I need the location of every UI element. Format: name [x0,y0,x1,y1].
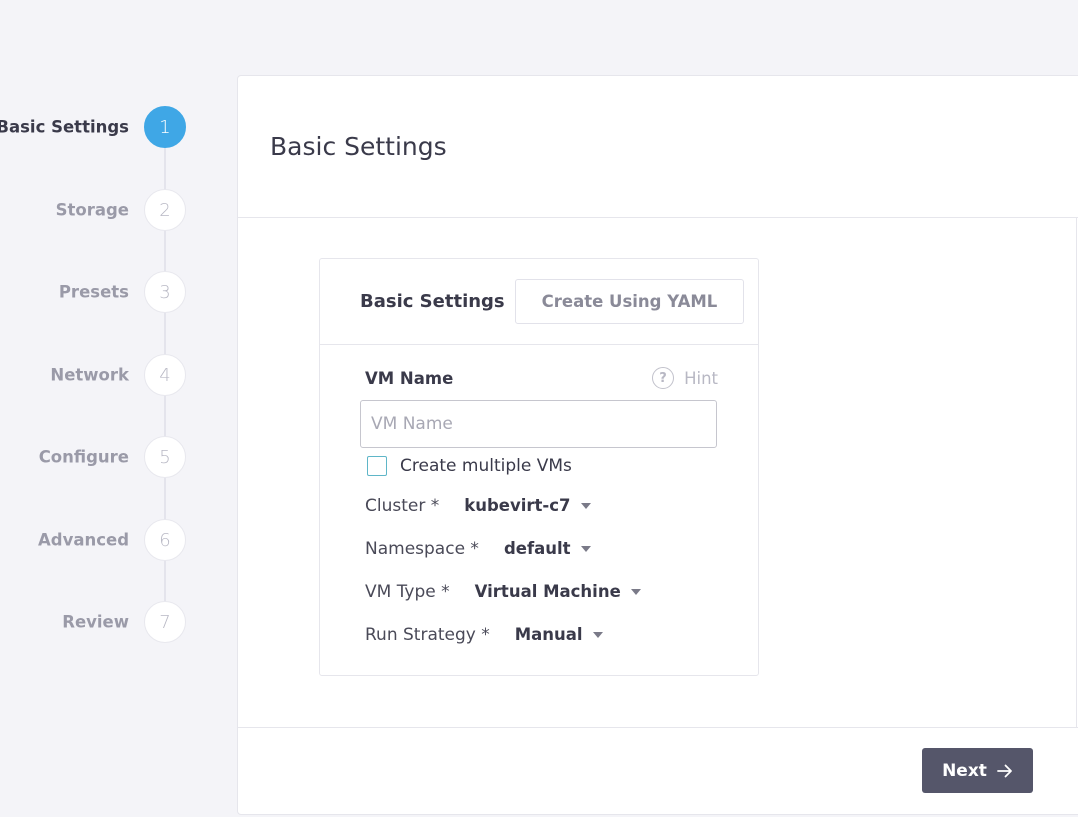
panel-footer: Next [238,728,1078,814]
step-number: 2 [144,189,186,231]
tab-basic-settings[interactable]: Basic Settings [360,291,505,312]
vm-name-input[interactable] [360,400,717,448]
step-label: Advanced [38,530,129,550]
arrow-right-icon [997,764,1012,777]
vm-name-label: VM Name [365,368,454,388]
main-panel: Basic Settings Basic Settings Create Usi… [237,75,1078,815]
step-label: Basic Settings [0,117,129,137]
vm-type-row: VM Type * Virtual Machine [360,570,718,613]
caret-down-icon [630,588,641,595]
panel-body: Basic Settings Create Using YAML VM Name… [238,218,1078,728]
step-number: 7 [144,601,186,643]
cluster-label: Cluster * [365,495,440,516]
caret-down-icon [580,545,591,552]
cluster-value: kubevirt-c7 [464,496,571,515]
vm-name-label-row: VM Name ? Hint [360,367,718,389]
step-label: Presets [58,282,129,302]
run-strategy-value: Manual [514,625,583,644]
step-label: Review [62,612,129,632]
caret-down-icon [580,502,591,509]
vm-type-label: VM Type * [365,581,450,602]
run-strategy-row: Run Strategy * Manual [360,613,718,656]
step-number: 5 [144,436,186,478]
step-review[interactable]: Review 7 [0,601,237,643]
step-advanced[interactable]: Advanced 6 [0,519,237,561]
create-multiple-vms-option[interactable]: Create multiple VMs [360,456,718,476]
step-label: Storage [55,200,129,220]
caret-down-icon [592,631,603,638]
create-using-yaml-button[interactable]: Create Using YAML [514,279,745,324]
vm-type-select[interactable]: Virtual Machine [475,582,641,601]
next-button[interactable]: Next [922,748,1033,793]
step-number: 4 [144,354,186,396]
cluster-row: Cluster * kubevirt-c7 [360,484,718,527]
question-circle-icon: ? [652,367,675,389]
namespace-label: Namespace * [365,538,479,559]
namespace-value: default [503,539,571,558]
step-presets[interactable]: Presets 3 [0,271,237,313]
create-multiple-vms-label: Create multiple VMs [400,456,572,476]
card-content: VM Name ? Hint Create multiple VMs Clust… [320,367,758,656]
hint-link[interactable]: ? Hint [652,367,718,389]
step-number: 1 [144,106,186,148]
run-strategy-select[interactable]: Manual [515,625,603,644]
hint-label: Hint [684,368,718,388]
page-title: Basic Settings [270,132,447,161]
panel-header: Basic Settings [238,76,1078,218]
namespace-select[interactable]: default [504,539,591,558]
create-multiple-vms-checkbox[interactable] [367,456,387,476]
step-basic-settings[interactable]: Basic Settings 1 [0,106,237,148]
run-strategy-label: Run Strategy * [365,624,490,645]
card-tabs: Basic Settings Create Using YAML [320,259,758,345]
namespace-row: Namespace * default [360,527,718,570]
basic-settings-card: Basic Settings Create Using YAML VM Name… [319,258,759,676]
step-network[interactable]: Network 4 [0,354,237,396]
vm-type-value: Virtual Machine [474,582,621,601]
step-number: 6 [144,519,186,561]
wizard-stepper: Basic Settings 1 Storage 2 Presets 3 Net… [0,0,237,817]
step-configure[interactable]: Configure 5 [0,436,237,478]
next-label: Next [942,760,987,781]
scrollbar[interactable] [1076,218,1077,728]
step-label: Network [50,365,129,385]
step-label: Configure [38,447,129,467]
cluster-select[interactable]: kubevirt-c7 [464,496,591,515]
step-storage[interactable]: Storage 2 [0,189,237,231]
step-number: 3 [144,271,186,313]
